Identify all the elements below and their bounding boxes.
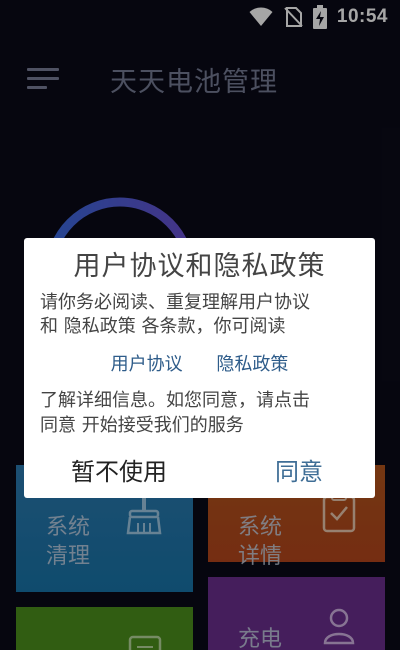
privacy-dialog: 用户协议和隐私政策 请你务必阅读、重复理解用户协议 和 隐私政策 各条款，你可阅…	[24, 238, 375, 498]
user-agreement-link[interactable]: 用户协议	[111, 350, 183, 376]
dialog-body: 请你务必阅读、重复理解用户协议 和 隐私政策 各条款，你可阅读	[40, 291, 365, 339]
dialog-body-line: 了解详细信息。如您同意，请点击	[40, 390, 310, 411]
agree-button[interactable]: 同意	[275, 452, 323, 487]
privacy-policy-link[interactable]: 隐私政策	[216, 350, 288, 376]
dialog-body-line: 和 隐私政策 各条款，你可阅读	[40, 316, 286, 337]
screen: 10:54 天天电池管理 系统清理 系统详情 充电 用户协议和隐私政策 请你务必…	[0, 0, 400, 650]
dialog-body-line: 请你务必阅读、重复理解用户协议	[40, 292, 310, 313]
decline-button[interactable]: 暂不使用	[71, 452, 167, 487]
dialog-title: 用户协议和隐私政策	[73, 251, 326, 282]
dialog-body-secondary: 了解详细信息。如您同意，请点击 同意 开始接受我们的服务	[40, 388, 365, 438]
dialog-body-line: 同意 开始接受我们的服务	[40, 415, 244, 436]
dialog-links: 用户协议 隐私政策	[24, 350, 375, 376]
